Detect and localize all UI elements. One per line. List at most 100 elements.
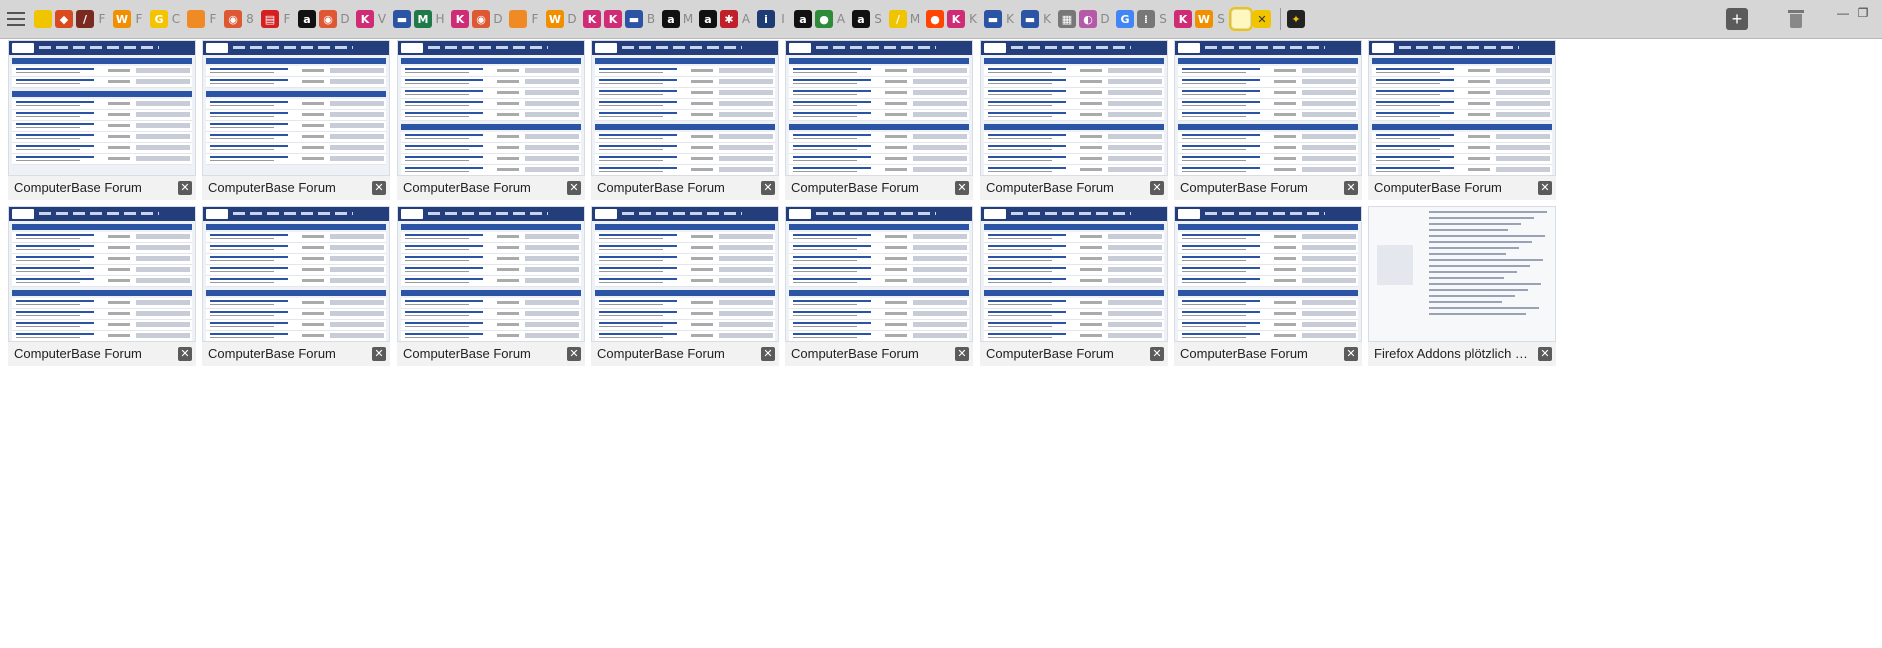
close-tab-icon[interactable]: ✕ <box>761 181 775 195</box>
d-dim4[interactable]: D <box>1100 12 1110 26</box>
k-dim[interactable]: K <box>968 12 978 26</box>
tab-thumbnail[interactable] <box>1174 40 1362 176</box>
duck3-icon[interactable]: ◉ <box>472 10 490 28</box>
close-tab-icon[interactable]: ✕ <box>567 347 581 361</box>
apps-icon[interactable]: ⁞ <box>1137 10 1155 28</box>
tab-thumbnail[interactable] <box>591 40 779 176</box>
s-dim2[interactable]: S <box>1158 12 1168 26</box>
amazon3-icon[interactable]: a <box>699 10 717 28</box>
tab-title[interactable]: ComputerBase Forum <box>202 342 390 366</box>
tab-thumbnail[interactable] <box>980 206 1168 342</box>
restore-icon[interactable]: ❐ <box>1856 6 1870 20</box>
h-dim[interactable]: H <box>435 12 445 26</box>
bar-icon[interactable]: ▬ <box>393 10 411 28</box>
tab-thumbnail[interactable] <box>8 206 196 342</box>
b-dim[interactable]: B <box>646 12 656 26</box>
amazon-icon[interactable]: a <box>298 10 316 28</box>
tab-card[interactable]: ComputerBase Forum ✕ <box>202 206 390 366</box>
tab-thumbnail[interactable] <box>591 206 779 342</box>
k6-icon[interactable]: K <box>1174 10 1192 28</box>
puzzle-icon[interactable]: ◆ <box>55 10 73 28</box>
i-dim[interactable]: I <box>778 12 788 26</box>
close-tab-icon[interactable]: ✕ <box>1538 181 1552 195</box>
f-dim3[interactable]: F <box>208 12 218 26</box>
trash-icon[interactable] <box>1788 10 1804 28</box>
tab-title[interactable]: ComputerBase Forum <box>1368 176 1556 200</box>
close-tab-icon[interactable]: ✕ <box>955 181 969 195</box>
duck2-icon[interactable]: ◉ <box>319 10 337 28</box>
close-active-tab-icon[interactable]: ✕ <box>1253 10 1271 28</box>
tab-thumbnail[interactable] <box>1368 206 1556 342</box>
bar3-icon[interactable]: ▬ <box>984 10 1002 28</box>
tab-title[interactable]: ComputerBase Forum <box>785 342 973 366</box>
stripe-icon[interactable]: ▤ <box>261 10 279 28</box>
tab-title[interactable]: ComputerBase Forum <box>980 176 1168 200</box>
tab-card[interactable]: ComputerBase Forum ✕ <box>1174 40 1362 200</box>
close-tab-icon[interactable]: ✕ <box>1150 181 1164 195</box>
minimize-icon[interactable]: — <box>1836 6 1850 20</box>
amazon4-icon[interactable]: a <box>794 10 812 28</box>
bug-icon[interactable]: ✱ <box>720 10 738 28</box>
amazon5-icon[interactable]: a <box>852 10 870 28</box>
bar2-icon[interactable]: ▬ <box>625 10 643 28</box>
tab-title[interactable]: ComputerBase Forum <box>8 342 196 366</box>
k4-icon[interactable]: K <box>604 10 622 28</box>
close-tab-icon[interactable]: ✕ <box>372 181 386 195</box>
k-dim3[interactable]: K <box>1042 12 1052 26</box>
tab-thumbnail[interactable] <box>202 206 390 342</box>
close-tab-icon[interactable]: ✕ <box>567 181 581 195</box>
d-dim[interactable]: D <box>340 12 350 26</box>
tab-card[interactable]: ComputerBase Forum ✕ <box>397 40 585 200</box>
k2-icon[interactable]: K <box>451 10 469 28</box>
tab-title[interactable]: ComputerBase Forum <box>8 176 196 200</box>
firefox-icon[interactable]: ✦ <box>1287 10 1305 28</box>
cb-icon[interactable] <box>34 10 52 28</box>
tab-card[interactable]: ComputerBase Forum ✕ <box>8 206 196 366</box>
close-tab-icon[interactable]: ✕ <box>1538 347 1552 361</box>
tab-card[interactable]: ComputerBase Forum ✕ <box>980 40 1168 200</box>
tab-thumbnail[interactable] <box>8 40 196 176</box>
close-tab-icon[interactable]: ✕ <box>1150 347 1164 361</box>
amazon2-icon[interactable]: a <box>662 10 680 28</box>
tab-card[interactable]: ComputerBase Forum ✕ <box>1174 206 1362 366</box>
tab-title[interactable]: ComputerBase Forum <box>397 176 585 200</box>
m-icon[interactable]: M <box>414 10 432 28</box>
tab-card[interactable]: ComputerBase Forum ✕ <box>397 206 585 366</box>
orange2-icon[interactable] <box>509 10 527 28</box>
m-dim3[interactable]: M <box>910 12 920 26</box>
tab-card[interactable]: Firefox Addons plötzlich deaktiv... ✕ <box>1368 206 1556 366</box>
w3-icon[interactable]: W <box>1195 10 1213 28</box>
c-dim[interactable]: C <box>171 12 181 26</box>
tab-title[interactable]: ComputerBase Forum <box>397 342 585 366</box>
close-tab-icon[interactable]: ✕ <box>955 347 969 361</box>
tab-thumbnail[interactable] <box>980 40 1168 176</box>
d-dim2[interactable]: D <box>493 12 503 26</box>
tab-card[interactable]: ComputerBase Forum ✕ <box>8 40 196 200</box>
tab-card[interactable]: ComputerBase Forum ✕ <box>785 206 973 366</box>
close-tab-icon[interactable]: ✕ <box>761 347 775 361</box>
f-dim5[interactable]: F <box>530 12 540 26</box>
close-tab-icon[interactable]: ✕ <box>372 347 386 361</box>
g-icon[interactable]: G <box>150 10 168 28</box>
google-icon[interactable]: G <box>1116 10 1134 28</box>
grid-icon[interactable]: ▦ <box>1058 10 1076 28</box>
new-tab-button[interactable]: + <box>1726 8 1748 30</box>
k3-icon[interactable]: K <box>583 10 601 28</box>
tab-title[interactable]: ComputerBase Forum <box>980 342 1168 366</box>
tab-card[interactable]: ComputerBase Forum ✕ <box>202 40 390 200</box>
feather-icon[interactable]: / <box>889 10 907 28</box>
m-dim[interactable]: 8 <box>245 12 255 26</box>
k-icon[interactable]: K <box>356 10 374 28</box>
a-dim[interactable]: A <box>741 12 751 26</box>
blocked-icon[interactable]: / <box>76 10 94 28</box>
tab-title[interactable]: ComputerBase Forum <box>591 176 779 200</box>
d-dim3[interactable]: D <box>567 12 577 26</box>
tab-card[interactable]: ComputerBase Forum ✕ <box>980 206 1168 366</box>
f-dim[interactable]: F <box>97 12 107 26</box>
frog-icon[interactable]: ● <box>815 10 833 28</box>
bar4-icon[interactable]: ▬ <box>1021 10 1039 28</box>
f-dim4[interactable]: F <box>282 12 292 26</box>
w-icon[interactable]: W <box>113 10 131 28</box>
m-dim2[interactable]: M <box>683 12 693 26</box>
tab-thumbnail[interactable] <box>785 40 973 176</box>
